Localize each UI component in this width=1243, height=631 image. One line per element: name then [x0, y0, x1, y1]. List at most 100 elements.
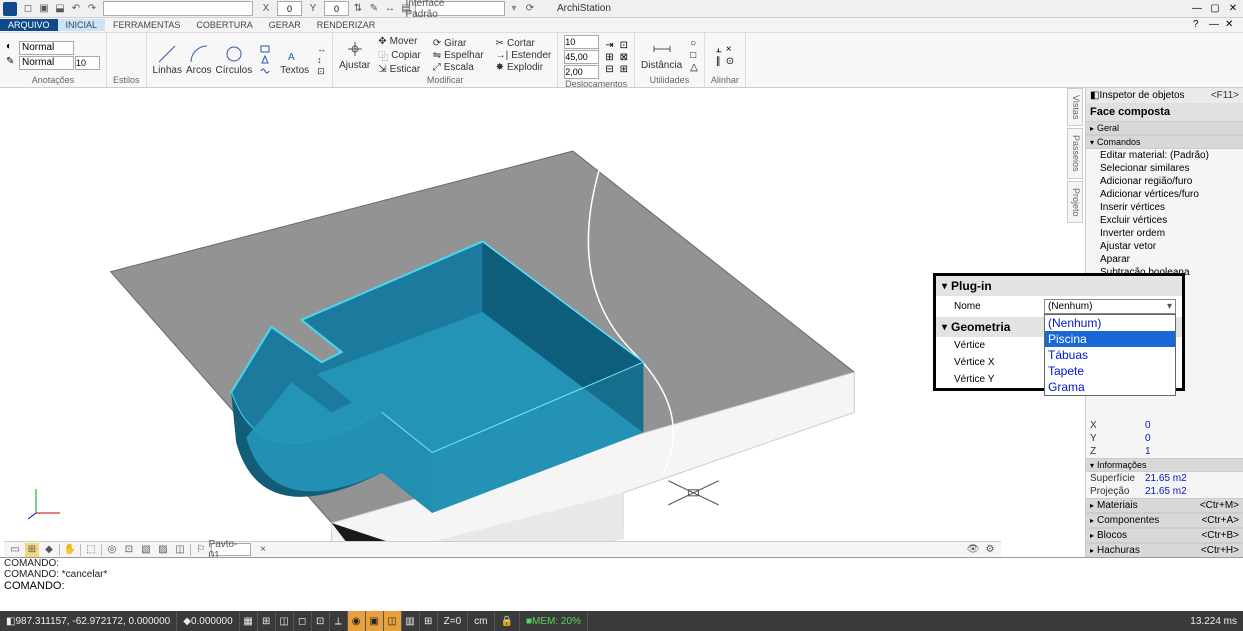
sb-7[interactable]: ◉: [348, 611, 366, 631]
tool-poly[interactable]: [260, 55, 270, 65]
tool-dim2[interactable]: ↕: [317, 55, 326, 65]
tool-arcos[interactable]: Arcos: [186, 44, 212, 76]
file-menu[interactable]: ARQUIVO: [0, 19, 58, 31]
side-tab-projeto[interactable]: Projeto: [1067, 181, 1083, 224]
vtb-persp[interactable]: ◆: [42, 543, 56, 557]
off-icon-1[interactable]: ⇥: [605, 40, 613, 51]
tab-inicial[interactable]: INICIAL: [58, 19, 106, 31]
align-3[interactable]: ×: [726, 44, 734, 55]
cmd-inserir-vertices[interactable]: Inserir vértices: [1086, 201, 1243, 214]
sect-blocos[interactable]: Blocos<Ctr+B>: [1086, 528, 1243, 543]
open-icon[interactable]: ▣: [37, 2, 51, 16]
quick-access-toolbar[interactable]: ◻ ▣ ⬓ ↶ ↷ X Y ⇅ ✎ ↔ ▤ Interface Padrão ▾…: [21, 1, 537, 16]
tool-ajustar[interactable]: Ajustar: [339, 39, 370, 71]
sb-5[interactable]: ⊡: [312, 611, 330, 631]
sect-componentes[interactable]: Componentes<Ctr+A>: [1086, 513, 1243, 528]
sb-2[interactable]: ⊞: [258, 611, 276, 631]
workspace-combo[interactable]: Interface Padrão: [415, 1, 505, 16]
dd-piscina[interactable]: Piscina: [1045, 331, 1175, 347]
cmd-adicionar-regiao[interactable]: Adicionar região/furo: [1086, 175, 1243, 188]
tool-linhas[interactable]: Linhas: [153, 44, 182, 76]
cmd-aparar[interactable]: Aparar: [1086, 253, 1243, 266]
min-ribbon-icon[interactable]: —: [1209, 19, 1223, 31]
sb-4[interactable]: ◻: [294, 611, 312, 631]
close-icon[interactable]: ✕: [1226, 2, 1240, 16]
tool-spline[interactable]: [260, 66, 270, 76]
tool-mover[interactable]: ✥Mover: [378, 36, 420, 47]
vtb-2[interactable]: ⊡: [122, 543, 136, 557]
vtb-single[interactable]: ▭: [8, 543, 22, 557]
tool-escala[interactable]: ⤢Escala: [433, 62, 484, 73]
tab-gerar[interactable]: GERAR: [261, 19, 309, 31]
new-icon[interactable]: ◻: [21, 2, 35, 16]
vtb-pan[interactable]: ✋: [63, 543, 77, 557]
dd-tapete[interactable]: Tapete: [1045, 363, 1175, 379]
close-doc-icon[interactable]: ✕: [1225, 19, 1239, 31]
cmd-editar-material[interactable]: Editar material: (Padrão): [1086, 149, 1243, 162]
util-1[interactable]: ○: [690, 38, 698, 49]
tool-circulos[interactable]: Círculos: [216, 44, 253, 76]
tool-textos[interactable]: ATextos: [280, 44, 309, 76]
vtb-quad[interactable]: ⊞: [25, 543, 39, 557]
ann-combo-2[interactable]: Normal: [19, 56, 74, 70]
cmd-selecionar-similares[interactable]: Selecionar similares: [1086, 162, 1243, 175]
layer-combo[interactable]: [103, 1, 253, 16]
vtb-4[interactable]: ▨: [156, 543, 170, 557]
util-3[interactable]: △: [690, 62, 698, 73]
off-2[interactable]: [564, 50, 599, 64]
util-2[interactable]: □: [690, 50, 698, 61]
sb-9[interactable]: ◫: [384, 611, 402, 631]
vtb-gear[interactable]: ⚙: [983, 543, 997, 557]
off-1[interactable]: [564, 35, 599, 49]
vtb-1[interactable]: ◎: [105, 543, 119, 557]
tool-copiar[interactable]: ⿻Copiar: [378, 48, 420, 63]
status-lock[interactable]: 🔒: [495, 611, 520, 631]
ruler-icon[interactable]: ↔: [383, 2, 397, 16]
align-2[interactable]: ∥: [716, 56, 722, 67]
tab-cobertura[interactable]: COBERTURA: [188, 19, 260, 31]
tool-distancia[interactable]: Distância: [641, 39, 682, 71]
qat-y-input[interactable]: [324, 1, 349, 16]
tool-explodir[interactable]: ✸Explodir: [496, 62, 552, 73]
off-icon-5[interactable]: ⊠: [620, 52, 628, 63]
sb-3[interactable]: ◫: [276, 611, 294, 631]
sect-geral[interactable]: Geral: [1086, 121, 1243, 135]
sect-comandos[interactable]: Comandos: [1086, 135, 1243, 149]
sb-8[interactable]: ▣: [366, 611, 384, 631]
side-tab-passeios[interactable]: Passeios: [1067, 128, 1083, 179]
cmd-prompt[interactable]: COMANDO:: [0, 580, 1243, 592]
vtb-5[interactable]: ◫: [173, 543, 187, 557]
tool-dim3[interactable]: ⊡: [317, 66, 326, 77]
align-4[interactable]: ⊙: [726, 56, 734, 67]
sect-materiais[interactable]: Materiais<Ctr+M>: [1086, 498, 1243, 513]
minimize-icon[interactable]: —: [1190, 2, 1204, 16]
maximize-icon[interactable]: ▢: [1208, 2, 1222, 16]
popup-dropdown-list[interactable]: (Nenhum) Piscina Tábuas Tapete Grama: [1044, 314, 1176, 396]
undo-icon[interactable]: ↶: [69, 2, 83, 16]
sect-info[interactable]: Informações: [1086, 458, 1243, 472]
qat-x-input[interactable]: [277, 1, 302, 16]
tab-renderizar[interactable]: RENDERIZAR: [309, 19, 384, 31]
side-tab-vistas[interactable]: Vistas: [1067, 88, 1083, 126]
view-tab-close[interactable]: ×: [256, 543, 270, 557]
ann-combo-1[interactable]: Normal: [19, 41, 74, 55]
tool-estender[interactable]: →|Estender: [496, 50, 552, 61]
align-1[interactable]: ⫠: [716, 44, 722, 55]
status-unit[interactable]: cm: [468, 611, 494, 631]
off-3[interactable]: [564, 65, 599, 79]
refresh-icon[interactable]: ⟳: [523, 2, 537, 16]
command-line[interactable]: COMANDO: COMANDO: *cancelar* COMANDO:: [0, 557, 1243, 611]
cmd-adicionar-vertices[interactable]: Adicionar vértices/furo: [1086, 188, 1243, 201]
redo-icon[interactable]: ↷: [85, 2, 99, 16]
off-icon-3[interactable]: ⊟: [605, 64, 613, 75]
sect-hachuras[interactable]: Hachuras<Ctr+H>: [1086, 543, 1243, 558]
tool-cortar[interactable]: ✂Cortar: [496, 38, 552, 49]
up-down-icon[interactable]: ⇅: [351, 2, 365, 16]
vtb-eye[interactable]: 👁: [966, 543, 980, 557]
off-icon-2[interactable]: ⊞: [605, 52, 613, 63]
viewport-3d[interactable]: [0, 88, 1005, 576]
tool-girar[interactable]: ⟳Girar: [433, 38, 484, 49]
off-icon-4[interactable]: ⊡: [620, 40, 628, 51]
dd-grama[interactable]: Grama: [1045, 379, 1175, 395]
vtb-cube[interactable]: ⬚: [84, 543, 98, 557]
